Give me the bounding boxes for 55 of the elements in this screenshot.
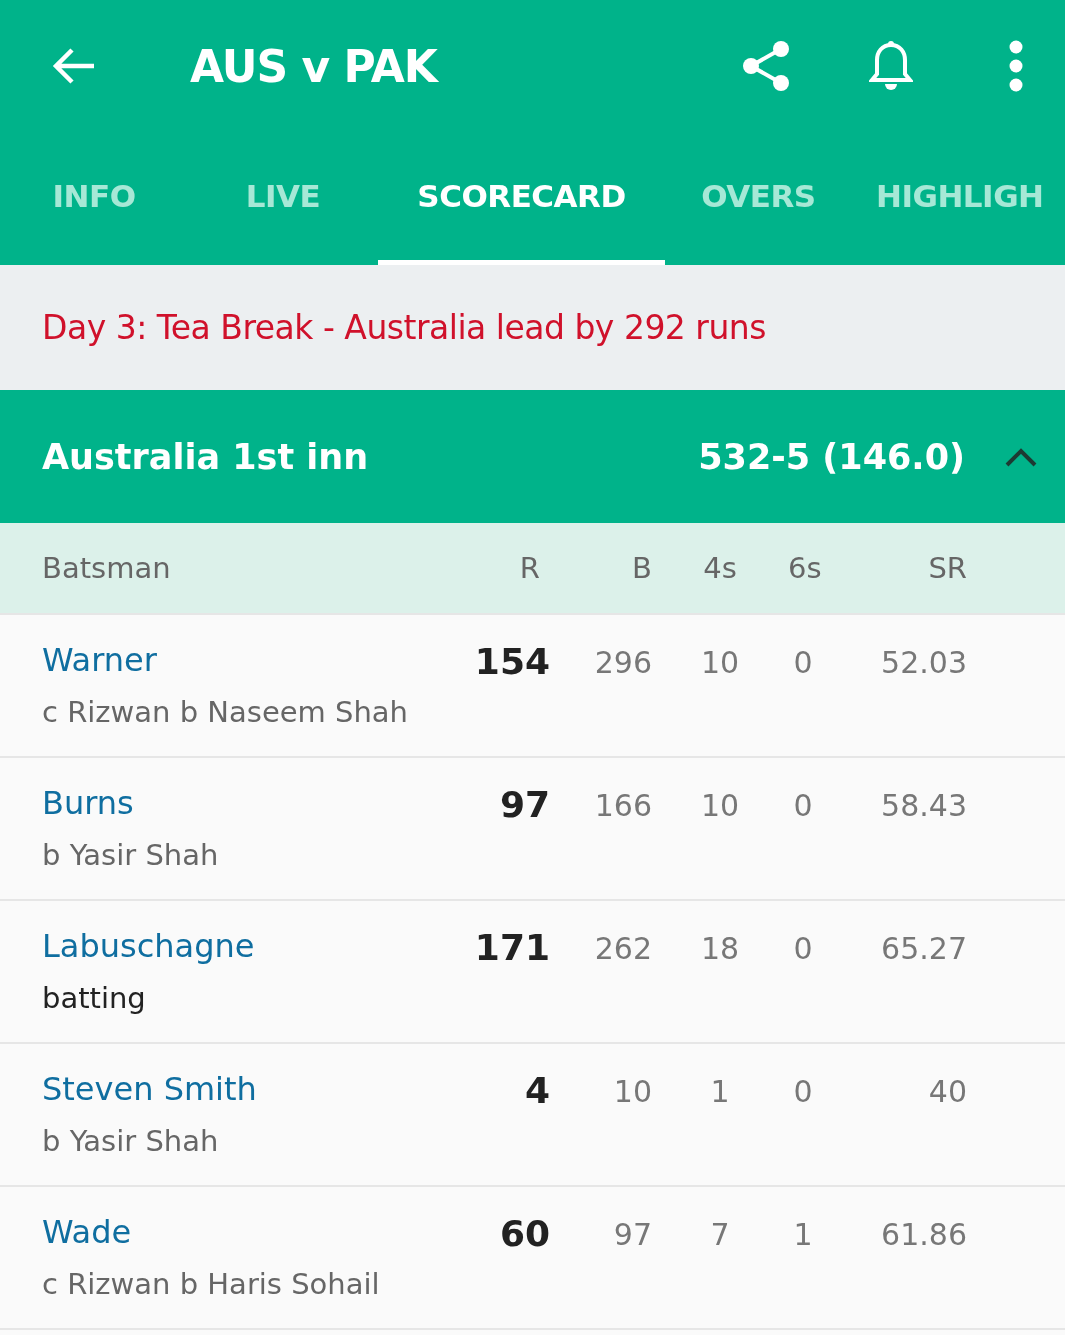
column-header: Batsman [42, 551, 172, 585]
table-cell-text: 166 [593, 787, 652, 823]
innings-header[interactable]: Australia 1st inn 532-5 (146.0) [0, 390, 1065, 523]
match-status: Day 3: Tea Break - Australia lead by 292 runs [0, 265, 1065, 390]
column-header: R [518, 551, 541, 585]
tab[interactable]: LIVE [188, 132, 378, 265]
table-cell-text: 97 [498, 783, 550, 825]
table-cell-text: 10 [699, 787, 741, 823]
more-icon[interactable] [1009, 40, 1023, 92]
dismissal-text: b Yasir Shah [42, 838, 220, 872]
table-cell-text: 0 [792, 644, 814, 680]
table-cell-text: 61.86 [880, 1216, 967, 1252]
table-cell-text: 262 [593, 930, 652, 966]
share-icon[interactable] [741, 40, 791, 92]
batsman-name[interactable]: Wade [42, 1213, 442, 1251]
tab[interactable]: OVERS [665, 132, 852, 265]
table-cell-text: 1 [792, 1216, 814, 1252]
table-cell-text: 1 [709, 1073, 731, 1109]
table-cell-text: 40 [927, 1073, 967, 1109]
innings-score: 532-5 (146.0) [698, 436, 965, 477]
table-cell-text: 296 [593, 644, 652, 680]
screen-title: AUS v PAK [190, 40, 440, 92]
column-header: B [631, 551, 652, 585]
table-cell-text: 4 [523, 1069, 550, 1111]
table-cell-text: 52.03 [880, 644, 967, 680]
table-cell-text: 60 [498, 1212, 550, 1254]
tab[interactable]: INFO [0, 132, 188, 265]
table-cell-text: 0 [792, 1073, 814, 1109]
column-header: SR [927, 551, 967, 585]
table-cell-text: 18 [699, 930, 741, 966]
batsman-name[interactable]: Steven Smith [42, 1070, 442, 1108]
table-cell-text: 0 [792, 930, 814, 966]
table-cell-text: 10 [699, 644, 741, 680]
table-cell-text: 58.43 [880, 787, 967, 823]
bell-icon[interactable] [869, 40, 913, 92]
back-icon[interactable] [52, 48, 96, 84]
dismissal-text: batting [42, 981, 147, 1015]
dismissal-text: b Yasir Shah [42, 1124, 220, 1158]
table-cell-text: 10 [612, 1073, 652, 1109]
tab[interactable]: HIGHLIGH [852, 132, 1065, 265]
table-cell-text: 97 [612, 1216, 652, 1252]
column-header: 4s [702, 551, 738, 585]
table-cell-text: 65.27 [880, 930, 967, 966]
table-cell-text: 171 [473, 926, 550, 968]
dismissal-text: c Rizwan b Haris Sohail [42, 1267, 381, 1301]
innings-title: Australia 1st inn [42, 436, 370, 477]
batsman-name[interactable]: Labuschagne [42, 927, 442, 965]
table-cell-text: 154 [473, 640, 550, 682]
chevron-icon[interactable] [1005, 446, 1037, 467]
table-cell-text: 0 [792, 787, 814, 823]
table-cell-text: 7 [709, 1216, 731, 1252]
column-header: 6s [788, 551, 818, 585]
dismissal-text: c Rizwan b Naseem Shah [42, 695, 409, 729]
batsman-name[interactable]: Warner [42, 641, 442, 679]
batsman-name[interactable]: Burns [42, 784, 442, 822]
